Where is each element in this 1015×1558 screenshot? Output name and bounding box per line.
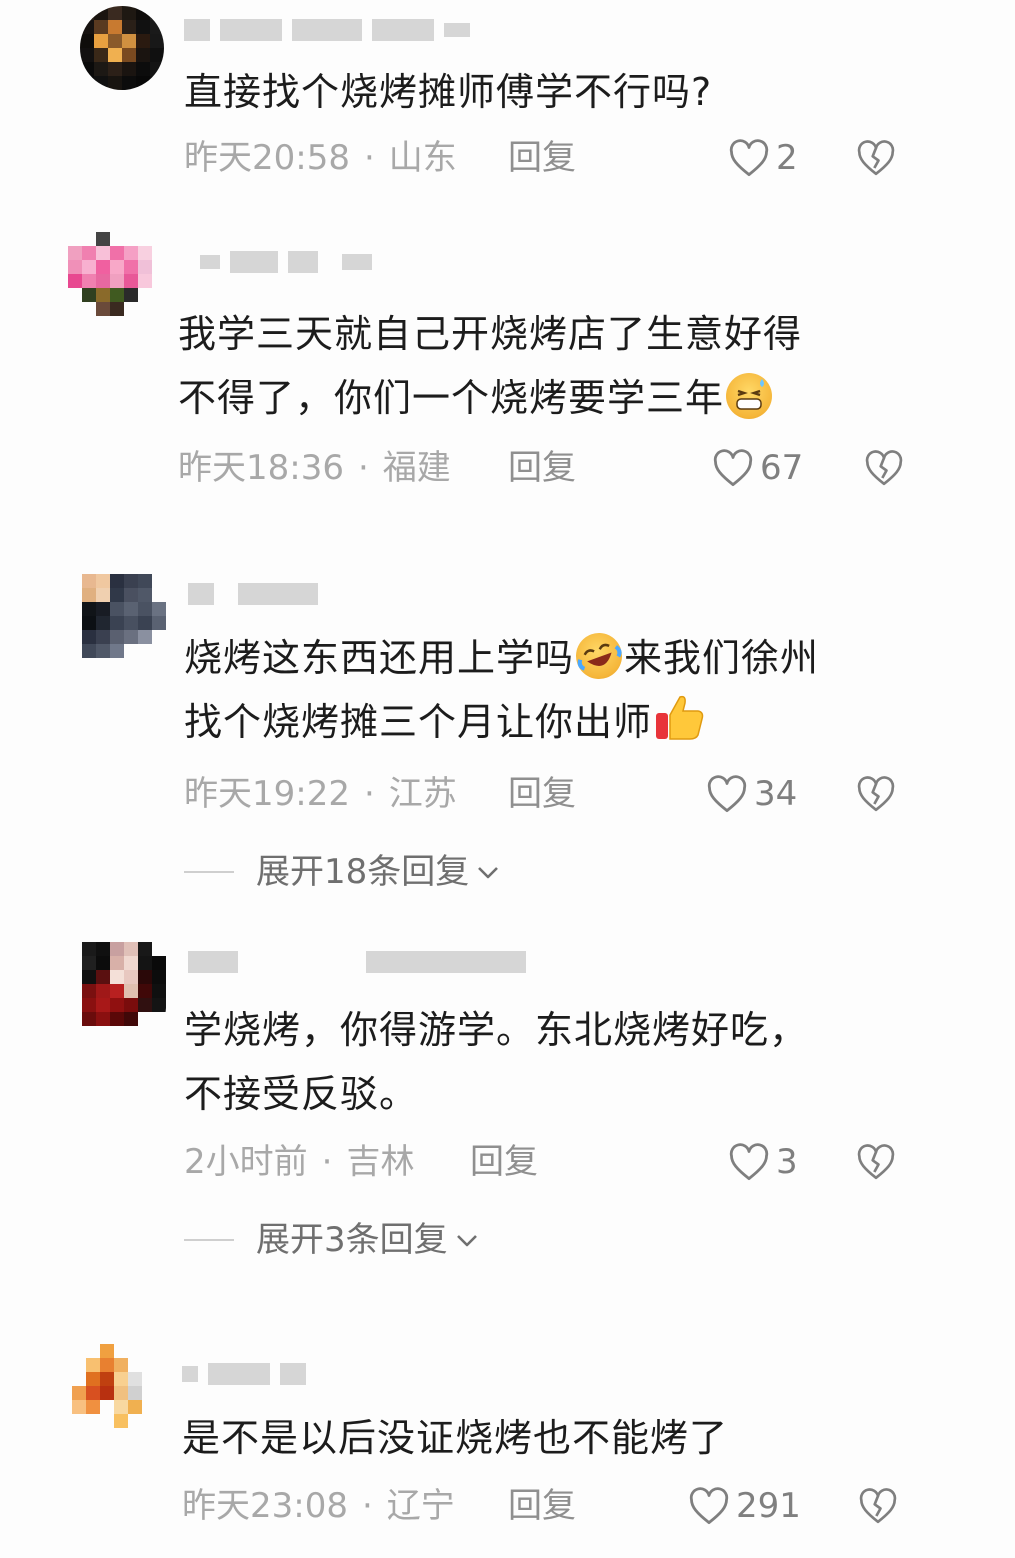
heart-outline-icon (729, 139, 769, 177)
comment-meta: 昨天19:22 · 江苏 (184, 774, 457, 814)
comment-meta: 昨天20:58 · 山东 (184, 138, 457, 178)
username-blurred[interactable] (182, 1360, 306, 1388)
like-count: 291 (736, 1486, 801, 1526)
meta-separator: · (363, 138, 375, 178)
heart-outline-icon (713, 449, 753, 487)
like-button[interactable]: 34 (706, 774, 797, 814)
broken-heart-icon[interactable] (856, 1142, 896, 1182)
comment-text-part: 找个烧烤摊三个月让你出师 (184, 700, 653, 744)
chevron-down-icon (456, 1235, 477, 1247)
comment-text: 我学三天就自己开烧烤店了生意好得 不得了，你们一个烧烤要学三年 (178, 302, 802, 430)
chevron-down-icon (478, 867, 499, 879)
broken-heart-icon[interactable] (864, 448, 904, 488)
comment-meta: 昨天18:36 · 福建 (178, 448, 451, 488)
reply-button[interactable]: 回复 (508, 138, 576, 178)
avatar[interactable] (82, 942, 166, 1026)
expand-replies-button[interactable]: 展开18条回复 (184, 852, 501, 892)
thumbs-up-emoji (654, 691, 706, 743)
comment-location: 辽宁 (386, 1486, 455, 1526)
reply-button[interactable]: 回复 (470, 1142, 538, 1182)
username-blurred[interactable] (188, 580, 318, 608)
expand-replies-label: 展开18条回复 (256, 852, 470, 892)
expand-divider-line (184, 1239, 234, 1241)
avatar[interactable] (68, 232, 152, 316)
comment-location: 江苏 (388, 774, 457, 814)
like-button[interactable]: 3 (728, 1142, 798, 1182)
like-count: 2 (776, 138, 798, 178)
expand-divider-line (184, 871, 234, 873)
comment-text: 烧烤这东西还用上学吗 来我们徐州找个烧烤摊三个月让你出师 (184, 626, 819, 754)
rolling-laughing-emoji (569, 626, 629, 686)
comment-meta: 2小时前 · 吉林 (184, 1142, 414, 1182)
comment-time: 昨天23:08 (182, 1486, 348, 1526)
reply-button[interactable]: 回复 (508, 448, 576, 488)
grinning-sweat-emoji (726, 373, 773, 419)
comment-text: 直接找个烧烤摊师傅学不行吗? (184, 70, 713, 114)
reply-button[interactable]: 回复 (508, 1486, 576, 1526)
meta-separator: · (363, 774, 375, 814)
comment-time: 昨天20:58 (184, 138, 350, 178)
avatar[interactable] (82, 574, 166, 658)
heart-outline-icon (707, 775, 747, 813)
username-blurred[interactable] (184, 16, 470, 44)
meta-separator: · (361, 1486, 373, 1526)
comment-text: 学烧烤，你得游学。东北烧烤好吃， 不接受反驳。 (184, 1008, 809, 1116)
broken-heart-icon[interactable] (856, 138, 896, 178)
comment-text: 是不是以后没证烧烤也不能烤了 (182, 1416, 729, 1460)
comment-text-part: 来我们徐州 (624, 636, 820, 680)
like-button[interactable]: 2 (728, 138, 798, 178)
broken-heart-icon[interactable] (856, 774, 896, 814)
expand-replies-button[interactable]: 展开3条回复 (184, 1220, 480, 1260)
comment-location: 山东 (388, 138, 457, 178)
heart-outline-icon (729, 1143, 769, 1181)
comment-time: 昨天19:22 (184, 774, 350, 814)
username-blurred[interactable] (200, 248, 372, 276)
like-count: 67 (760, 448, 804, 488)
comment-text-body: 我学三天就自己开烧烤店了生意好得 不得了，你们一个烧烤要学三年 (178, 312, 803, 420)
meta-separator: · (357, 448, 369, 488)
comment-location: 福建 (382, 448, 451, 488)
avatar[interactable] (80, 6, 164, 90)
expand-replies-label: 展开3条回复 (256, 1220, 448, 1260)
meta-separator: · (321, 1142, 333, 1182)
like-count: 34 (754, 774, 798, 814)
comment-time: 2小时前 (184, 1142, 308, 1182)
like-button[interactable]: 291 (688, 1486, 801, 1526)
heart-outline-icon (689, 1487, 729, 1525)
like-button[interactable]: 67 (712, 448, 803, 488)
avatar[interactable] (72, 1344, 156, 1428)
comment-location: 吉林 (346, 1142, 415, 1182)
username-blurred[interactable] (188, 948, 526, 976)
broken-heart-icon[interactable] (858, 1486, 898, 1526)
comment-time: 昨天18:36 (178, 448, 344, 488)
like-count: 3 (776, 1142, 798, 1182)
comment-meta: 昨天23:08 · 辽宁 (182, 1486, 455, 1526)
reply-button[interactable]: 回复 (508, 774, 576, 814)
comment-text-part: 烧烤这东西还用上学吗 (184, 636, 575, 680)
